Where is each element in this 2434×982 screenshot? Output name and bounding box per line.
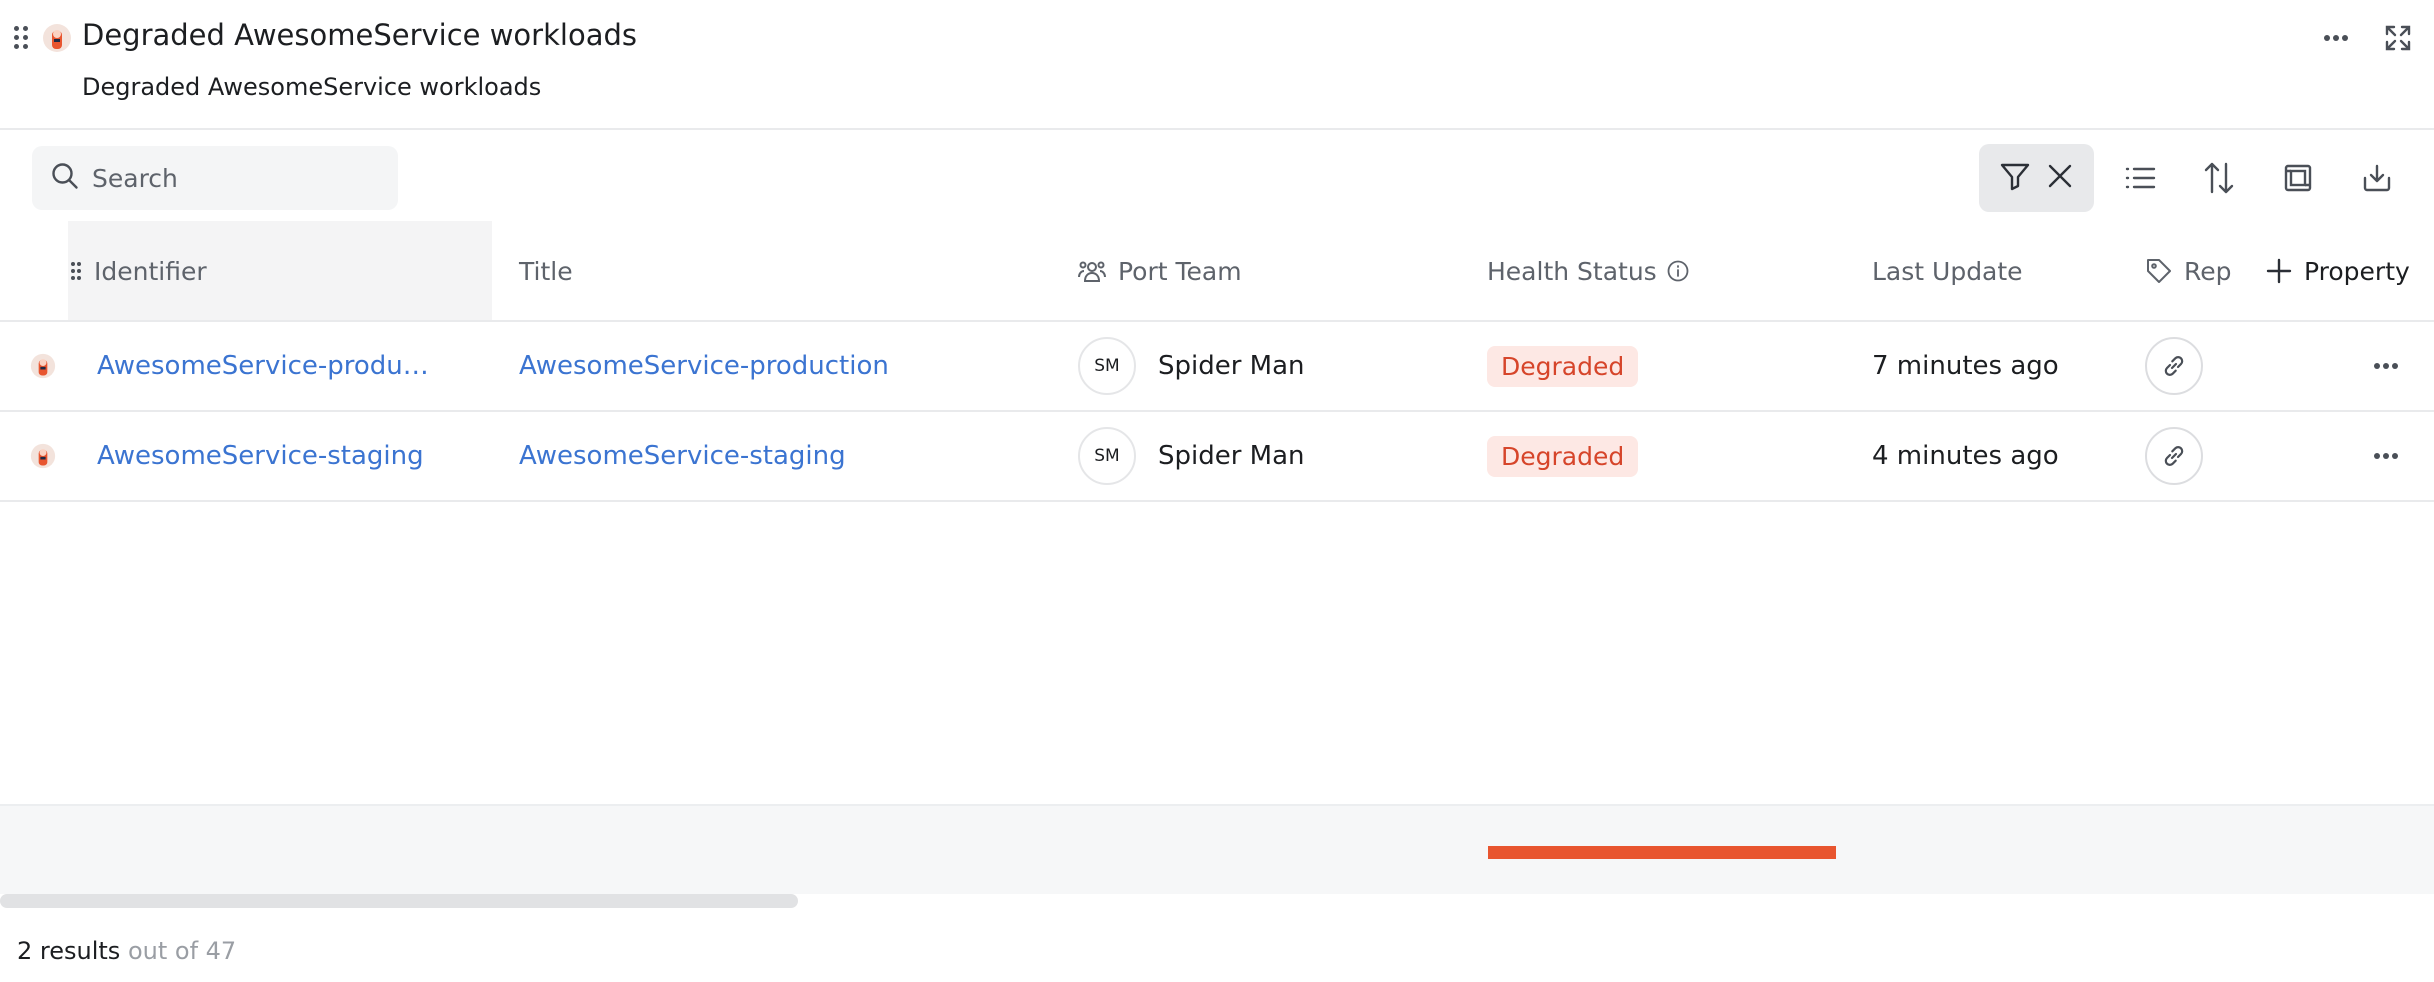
team-name: Spider Man [1158,441,1305,471]
identifier-link[interactable]: AwesomeService-produ… [97,322,429,410]
results-count: 2 results out of 47 [17,937,236,965]
more-icon[interactable] [2316,18,2356,58]
column-label: Title [519,256,573,286]
team-cell: SM Spider Man [1078,412,1305,500]
table-row[interactable]: AwesomeService-staging AwesomeService-st… [0,412,2434,502]
active-filter-group [1979,144,2094,212]
service-logo-icon [30,322,56,410]
add-property-button[interactable]: Property [2266,221,2410,321]
last-update-cell: 7 minutes ago [1872,351,2059,381]
close-icon[interactable] [2046,162,2074,194]
column-header-health-status[interactable]: Health Status [1487,221,1689,321]
search-box[interactable] [32,146,398,210]
widget-title: Degraded AwesomeService workloads [82,18,637,52]
repo-cell [2145,412,2203,500]
tag-icon [2146,258,2172,284]
horizontal-scrollbar[interactable] [0,894,798,908]
service-logo-icon [30,412,56,500]
health-status-summary-bar [1488,846,1836,859]
column-header-identifier[interactable]: Identifier [70,221,207,321]
table-toolbar [0,140,2434,216]
sort-icon[interactable] [2195,154,2243,202]
identifier-link[interactable]: AwesomeService-staging [97,412,424,500]
search-input[interactable] [92,163,382,193]
results-count-number: 2 results [17,937,121,965]
avatar: SM [1078,337,1136,395]
summary-footer [0,804,2434,894]
table-row[interactable]: AwesomeService-produ… AwesomeService-pro… [0,322,2434,412]
team-cell: SM Spider Man [1078,322,1305,410]
column-label: Last Update [1872,256,2023,286]
health-cell: Degraded [1487,322,1639,410]
team-icon [1078,258,1106,284]
status-badge: Degraded [1487,435,1639,477]
column-label: Rep [2184,256,2232,286]
plus-icon [2266,258,2292,284]
search-icon [50,161,80,195]
row-actions [2364,412,2408,500]
column-header-repository[interactable]: Rep [2146,221,2232,321]
link-icon[interactable] [2145,427,2203,485]
row-actions [2364,322,2408,410]
health-cell: Degraded [1487,412,1639,500]
last-update-cell: 4 minutes ago [1872,441,2059,471]
title-link[interactable]: AwesomeService-staging [519,412,846,500]
add-property-label: Property [2304,256,2410,286]
column-header-title[interactable]: Title [519,221,573,321]
title-link[interactable]: AwesomeService-production [519,322,889,410]
list-icon[interactable] [2116,154,2164,202]
column-label: Health Status [1487,256,1657,286]
service-logo-icon [42,22,72,54]
more-icon[interactable] [2364,344,2408,388]
drag-handle-icon[interactable] [14,26,30,50]
avatar: SM [1078,427,1136,485]
layout-icon[interactable] [2274,154,2322,202]
download-icon[interactable] [2353,154,2401,202]
filter-icon[interactable] [1999,160,2031,196]
column-label: Identifier [94,256,207,286]
drag-handle-icon[interactable] [70,261,82,281]
column-label: Port Team [1118,256,1242,286]
results-total: out of 47 [127,937,237,965]
status-badge: Degraded [1487,345,1639,387]
widget-description: Degraded AwesomeService workloads [82,73,542,101]
info-icon[interactable] [1667,260,1689,282]
more-icon[interactable] [2364,434,2408,478]
column-header-team[interactable]: Port Team [1078,221,1242,321]
link-icon[interactable] [2145,337,2203,395]
column-header-last-update[interactable]: Last Update [1872,221,2023,321]
expand-icon[interactable] [2378,18,2418,58]
repo-cell [2145,322,2203,410]
widget-header: Degraded AwesomeService workloads Degrad… [0,0,2434,130]
team-name: Spider Man [1158,351,1305,381]
